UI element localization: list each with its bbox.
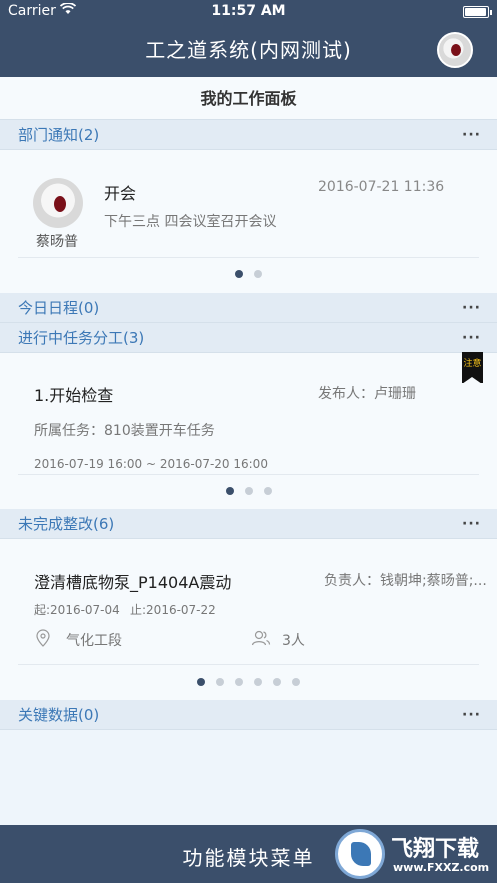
notice-pager[interactable] <box>0 270 497 278</box>
pager-dot[interactable] <box>216 678 224 686</box>
more-icon[interactable]: ··· <box>462 293 481 323</box>
watermark-icon <box>335 829 385 879</box>
pager-dot[interactable] <box>292 678 300 686</box>
pager-dot[interactable] <box>235 678 243 686</box>
rectify-people: 3人 <box>282 633 305 649</box>
pager-dot[interactable] <box>197 678 205 686</box>
rectify-location: 气化工段 <box>66 633 122 649</box>
section-header-keydata[interactable]: 关键数据(0) ··· <box>0 700 497 730</box>
more-icon[interactable]: ··· <box>462 120 481 150</box>
notice-datetime: 2016-07-21 11:36 <box>318 179 445 195</box>
section-header-notice[interactable]: 部门通知(2) ··· <box>0 120 497 150</box>
section-title-notice: 部门通知(2) <box>18 126 100 144</box>
pager-dot[interactable] <box>273 678 281 686</box>
watermark-text: 飞翔下载 <box>391 837 480 862</box>
task-publisher: 发布人：卢珊珊 <box>318 386 416 402</box>
watermark-url: www.FXXZ.com <box>393 861 490 874</box>
pager-dot[interactable] <box>263 487 272 495</box>
bottom-menu-bar[interactable]: 功能模块菜单 飞翔下载 www.FXXZ.com <box>0 825 497 883</box>
rectify-pager[interactable] <box>0 678 497 686</box>
top-bar: Carrier 11:57 AM 工之道系统(内网测试) <box>0 0 497 77</box>
battery-icon <box>463 6 492 18</box>
pager-dot[interactable] <box>254 678 262 686</box>
section-title-tasks: 进行中任务分工(3) <box>18 329 145 347</box>
more-icon[interactable]: ··· <box>462 323 481 353</box>
divider <box>18 474 479 475</box>
task-pager[interactable] <box>0 487 497 495</box>
attention-badge-label: 注意 <box>463 359 482 369</box>
task-period: 2016-07-19 16:00 ~ 2016-07-20 16:00 <box>34 457 268 471</box>
task-belongs: 所属任务：810装置开车任务 <box>34 423 215 439</box>
rectify-end: 止:2016-07-22 <box>130 603 216 617</box>
section-title-rectify: 未完成整改(6) <box>18 515 115 533</box>
people-icon <box>251 629 271 651</box>
notice-content: 下午三点 四会议室召开会议 <box>104 214 277 230</box>
pager-dot[interactable] <box>235 270 243 278</box>
section-title-schedule: 今日日程(0) <box>18 299 100 317</box>
page-title: 工之道系统(内网测试) <box>145 38 352 62</box>
pager-dot[interactable] <box>225 487 234 495</box>
notice-title: 开会 <box>104 184 137 203</box>
rectify-card[interactable] <box>0 539 497 700</box>
section-header-rectify[interactable]: 未完成整改(6) ··· <box>0 509 497 539</box>
divider <box>18 664 479 665</box>
user-avatar[interactable] <box>437 32 473 68</box>
watermark-logo: 飞翔下载 www.FXXZ.com <box>335 829 490 879</box>
rectify-title: 澄清槽底物泵_P1404A震动 <box>34 573 232 592</box>
rectify-start: 起:2016-07-04 <box>34 603 120 617</box>
divider <box>18 257 479 258</box>
notice-author: 蔡旸普 <box>36 234 78 250</box>
more-icon[interactable]: ··· <box>462 700 481 730</box>
section-header-tasks[interactable]: 进行中任务分工(3) ··· <box>0 323 497 353</box>
clock: 11:57 AM <box>211 3 286 19</box>
status-bar: Carrier 11:57 AM <box>0 0 497 24</box>
section-title-keydata: 关键数据(0) <box>18 706 100 724</box>
attention-badge: 注意 <box>462 352 483 384</box>
board-title: 我的工作面板 <box>0 77 497 120</box>
pager-dot[interactable] <box>254 270 262 278</box>
section-header-schedule[interactable]: 今日日程(0) ··· <box>0 293 497 323</box>
location-icon <box>36 629 50 651</box>
pager-dot[interactable] <box>244 487 253 495</box>
author-avatar <box>33 178 83 228</box>
more-icon[interactable]: ··· <box>462 509 481 539</box>
task-title: 1.开始检查 <box>34 386 114 405</box>
rectify-owner: 负责人：钱朝坤;蔡旸普;... <box>324 573 487 589</box>
